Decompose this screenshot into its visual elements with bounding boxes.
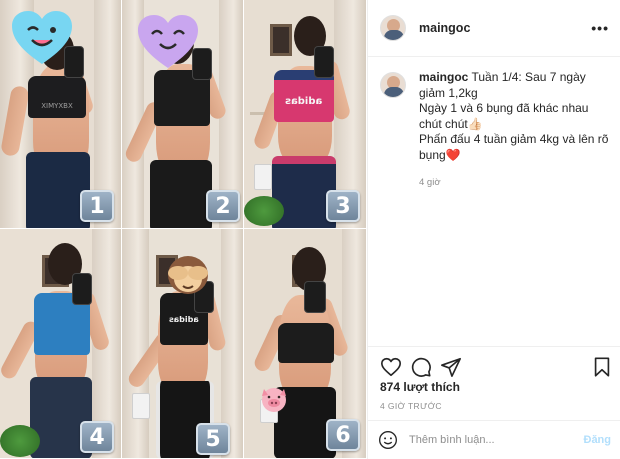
photo-1: XIMYXBX 1 — [0, 0, 122, 229]
post-caption: maingoc Tuần 1/4: Sau 7 ngày giảm 1,2kg … — [380, 70, 612, 191]
photo-number-badge: 5 — [196, 423, 230, 455]
caption-username[interactable]: maingoc — [419, 70, 468, 84]
photo-number-badge: 2 — [206, 190, 240, 222]
pig-face-emoji — [262, 388, 286, 412]
share-icon[interactable] — [440, 356, 462, 378]
more-options-icon[interactable]: ••• — [591, 20, 609, 36]
door — [122, 229, 149, 458]
instagram-post: XIMYXBX 1 2 adidas 3 4 adidas 5 6 maingo… — [0, 0, 620, 459]
like-count[interactable]: 874 lượt thích — [380, 380, 460, 394]
emoji-picker-icon[interactable] — [378, 430, 398, 450]
heart-icon[interactable] — [380, 356, 402, 378]
comment-icon[interactable] — [410, 356, 432, 378]
caption-avatar[interactable] — [380, 72, 406, 98]
smartphone — [304, 281, 326, 313]
wall-picture — [270, 24, 292, 56]
post-photo-collage[interactable]: XIMYXBX 1 2 adidas 3 4 adidas 5 6 — [0, 0, 367, 459]
photo-number-badge: 1 — [80, 190, 114, 222]
photo-number-badge: 3 — [326, 190, 360, 222]
avatar[interactable] — [380, 15, 406, 41]
action-bar — [368, 346, 620, 382]
photo-2: 2 — [122, 0, 244, 229]
post-timestamp[interactable]: 4 GIỜ TRƯỚC — [380, 401, 442, 411]
trash-bin — [132, 393, 150, 419]
photo-5: adidas 5 — [122, 229, 244, 459]
caption-time: 4 giờ — [419, 177, 441, 188]
sports-bra — [278, 323, 334, 363]
caption-line-1: maingoc Tuần 1/4: Sau 7 ngày giảm 1,2kg — [419, 70, 612, 101]
caption-line-3: Phấn đấu 4 tuần giảm 4kg và lên rõ bụng❤… — [419, 132, 609, 162]
caption-body: maingoc Tuần 1/4: Sau 7 ngày giảm 1,2kg … — [419, 70, 612, 191]
smiling-heart-emoji — [138, 15, 198, 68]
post-comment-button[interactable]: Đăng — [584, 434, 612, 446]
bra-print: XIMYXBX — [41, 102, 73, 110]
bra-print: adidas — [169, 314, 199, 324]
photo-3: adidas 3 — [244, 0, 367, 229]
caption-line-2: Ngày 1 và 6 bụng đã khác nhau chút chút👍… — [419, 101, 589, 131]
photo-grid: XIMYXBX 1 2 adidas 3 4 adidas 5 6 — [0, 0, 367, 459]
wink-heart-emoji — [12, 11, 72, 64]
smartphone — [314, 46, 334, 78]
smartphone — [72, 273, 92, 305]
plant — [244, 196, 284, 226]
comment-bar: Đăng — [368, 420, 620, 459]
username-link[interactable]: maingoc — [419, 21, 470, 35]
photo-number-badge: 4 — [80, 421, 114, 453]
photo-6: 6 — [244, 229, 367, 459]
plant — [0, 425, 40, 457]
leggings — [150, 160, 212, 228]
post-sidebar: maingoc ••• maingoc Tuần 1/4: Sau 7 ngày… — [367, 0, 620, 459]
see-no-evil-monkey-emoji — [168, 256, 208, 294]
post-header: maingoc ••• — [368, 0, 620, 57]
photo-4: 4 — [0, 229, 122, 459]
sports-bra: XIMYXBX — [28, 76, 86, 118]
bra-print: adidas — [285, 95, 323, 107]
photo-number-badge: 6 — [326, 419, 360, 451]
comment-input[interactable] — [409, 434, 569, 446]
trash-bin — [254, 164, 272, 190]
bookmark-icon[interactable] — [591, 356, 613, 378]
